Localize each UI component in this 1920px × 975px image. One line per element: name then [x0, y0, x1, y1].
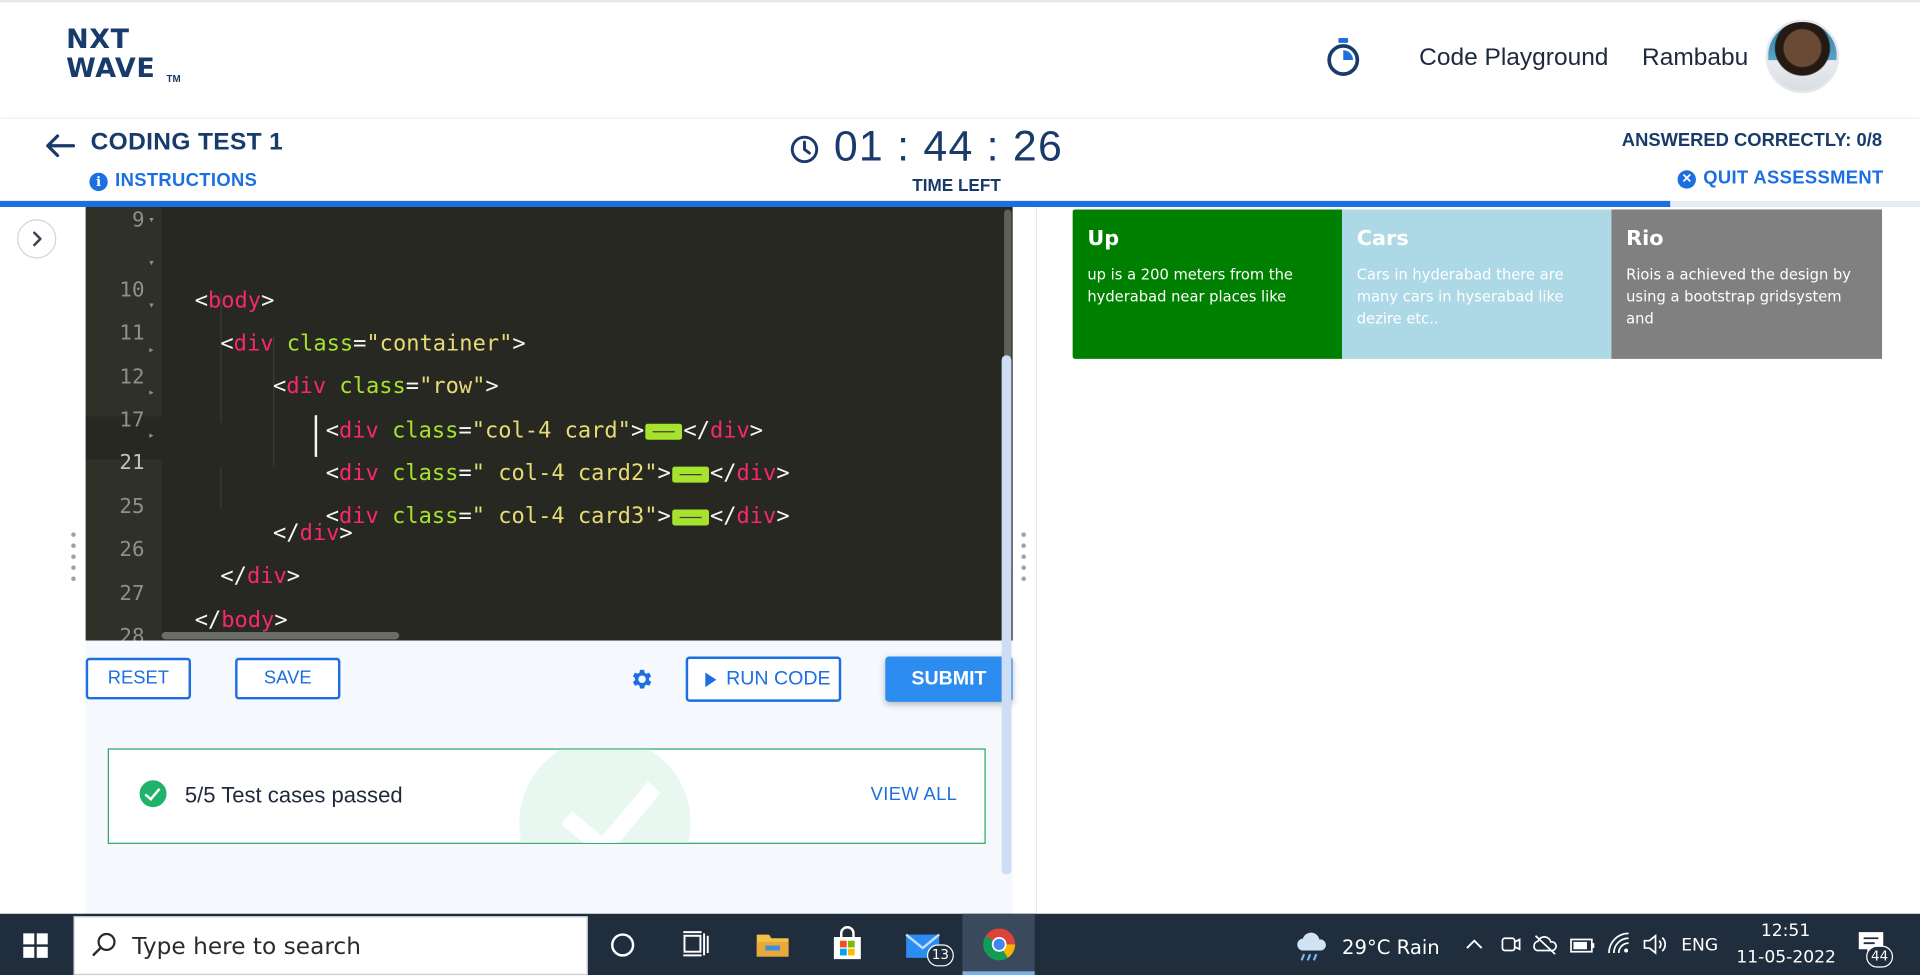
left-resize-handle[interactable]	[71, 529, 76, 586]
run-code-label: RUN CODE	[726, 668, 831, 690]
fold-arrow-icon[interactable]: ▸	[148, 380, 155, 407]
nxtwave-logo[interactable]: NXT WAVE TM	[66, 24, 188, 88]
test-title: CODING TEST 1	[90, 128, 284, 156]
code-line[interactable]: 26 </div>	[86, 510, 1004, 589]
fold-arrow-icon[interactable]: ▸	[148, 337, 155, 364]
input-language[interactable]: ENG	[1681, 936, 1718, 956]
card-title: Up	[1087, 226, 1120, 252]
line-number: 9	[131, 208, 145, 233]
card-text: up is a 200 meters from the hyderabad ne…	[1087, 265, 1293, 305]
split-resize-handle[interactable]	[1021, 529, 1027, 586]
search-icon	[92, 932, 116, 957]
chevron-right-icon	[33, 231, 42, 247]
card-title: Rio	[1626, 226, 1664, 252]
chevron-up-icon[interactable]	[1462, 931, 1486, 958]
fold-arrow-icon[interactable]: ▾	[148, 293, 155, 320]
line-number: 28	[119, 624, 145, 641]
card-text: Riois a achieved the design by using a b…	[1626, 265, 1851, 328]
panel-scrollbar[interactable]	[1001, 355, 1012, 875]
card-title: Cars	[1356, 226, 1409, 252]
preview-card: Rio Riois a achieved the design by using…	[1611, 209, 1883, 359]
clock-time[interactable]: 12:51	[1761, 921, 1810, 941]
windows-start-icon[interactable]	[23, 933, 48, 958]
play-icon	[705, 672, 717, 688]
check-watermark-icon	[519, 749, 691, 843]
file-explorer-icon[interactable]	[754, 926, 791, 963]
preview-card: Cars Cars in hyderabad there are many ca…	[1342, 209, 1612, 359]
fold-arrow-icon[interactable]: ▸	[148, 423, 155, 450]
code-line[interactable]: 27 </body>	[86, 554, 1004, 633]
weather-text[interactable]: 29°C Rain	[1342, 936, 1440, 959]
stopwatch-icon[interactable]	[1325, 37, 1362, 79]
run-code-button[interactable]: RUN CODE	[685, 656, 842, 702]
text-cursor	[314, 415, 318, 457]
back-arrow-icon[interactable]	[44, 132, 76, 159]
microsoft-store-icon[interactable]	[829, 926, 866, 963]
code-line-active[interactable]: 21 ▸ <div class=" col-4 card3"> </div>	[86, 423, 1004, 529]
card-text: Cars in hyderabad there are many cars in…	[1356, 265, 1564, 328]
cortana-icon[interactable]	[611, 933, 635, 957]
fold-arrow-icon[interactable]: ▾	[148, 207, 155, 234]
code-line[interactable]: 10 ▾ <div class="container">	[86, 250, 1004, 356]
user-name[interactable]: Rambabu	[1642, 44, 1748, 72]
fold-arrow-icon[interactable]: ▾	[148, 250, 155, 277]
notifications-badge: 44	[1866, 945, 1894, 968]
volume-icon[interactable]	[1641, 931, 1668, 958]
logo-line-2: WAVE	[66, 53, 156, 85]
avatar[interactable]	[1765, 19, 1840, 94]
code-editor[interactable]: 9 ▾ <body> 10 ▾ <div class="container"> …	[85, 207, 1013, 641]
reset-button[interactable]: RESET	[85, 657, 192, 700]
code-line[interactable]: 25 </div>	[86, 467, 1004, 546]
answered-correctly: ANSWERED CORRECTLY: 0/8	[1621, 129, 1883, 151]
close-circle-icon[interactable]: ✕	[1677, 170, 1696, 189]
code-line[interactable]: 12 ▸ <div class="col-4 card"> </div>	[86, 337, 1004, 443]
task-view-icon[interactable]	[677, 926, 714, 963]
time-left-caption: TIME LEFT	[912, 175, 1001, 195]
code-line[interactable]: 9 ▾ <body>	[86, 207, 1004, 313]
meet-now-icon[interactable]	[1499, 931, 1523, 958]
test-cases-summary: 5/5 Test cases passed	[184, 782, 403, 808]
instructions-link[interactable]: INSTRUCTIONS	[115, 170, 257, 191]
search-placeholder: Type here to search	[132, 933, 361, 961]
wifi-icon[interactable]	[1607, 931, 1634, 958]
info-icon[interactable]: i	[89, 172, 108, 192]
code-line[interactable]: 17 ▸ <div class=" col-4 card2"> </div>	[86, 380, 1004, 486]
code-playground-link[interactable]: Code Playground	[1419, 44, 1608, 72]
preview-card: Up up is a 200 meters from the hyderabad…	[1072, 209, 1343, 359]
mail-unread-badge: 13	[926, 944, 954, 967]
top-header	[0, 0, 1920, 118]
save-button[interactable]: SAVE	[235, 657, 341, 700]
logo-line-1: NXT	[66, 24, 130, 56]
onedrive-icon[interactable]	[1532, 931, 1559, 958]
check-circle-icon	[139, 780, 167, 808]
submit-button[interactable]: SUBMIT	[885, 656, 1013, 702]
expand-sidebar-button[interactable]	[17, 219, 57, 259]
chrome-icon	[983, 928, 1016, 961]
code-line[interactable]: 11 ▾ <div class="row">	[86, 293, 1004, 399]
quit-assessment-button[interactable]: QUIT ASSESSMENT	[1703, 168, 1883, 189]
clock-date[interactable]: 11-05-2022	[1736, 948, 1836, 968]
gear-icon[interactable]	[628, 666, 654, 692]
rain-cloud-icon[interactable]	[1293, 928, 1330, 965]
clock-icon	[790, 135, 819, 164]
editor-horizontal-scrollbar[interactable]	[161, 632, 400, 640]
battery-icon[interactable]	[1570, 933, 1597, 957]
countdown-timer: 01 : 44 : 26	[833, 122, 1064, 171]
logo-trademark: TM	[166, 73, 181, 85]
view-all-link[interactable]: VIEW ALL	[871, 784, 958, 805]
